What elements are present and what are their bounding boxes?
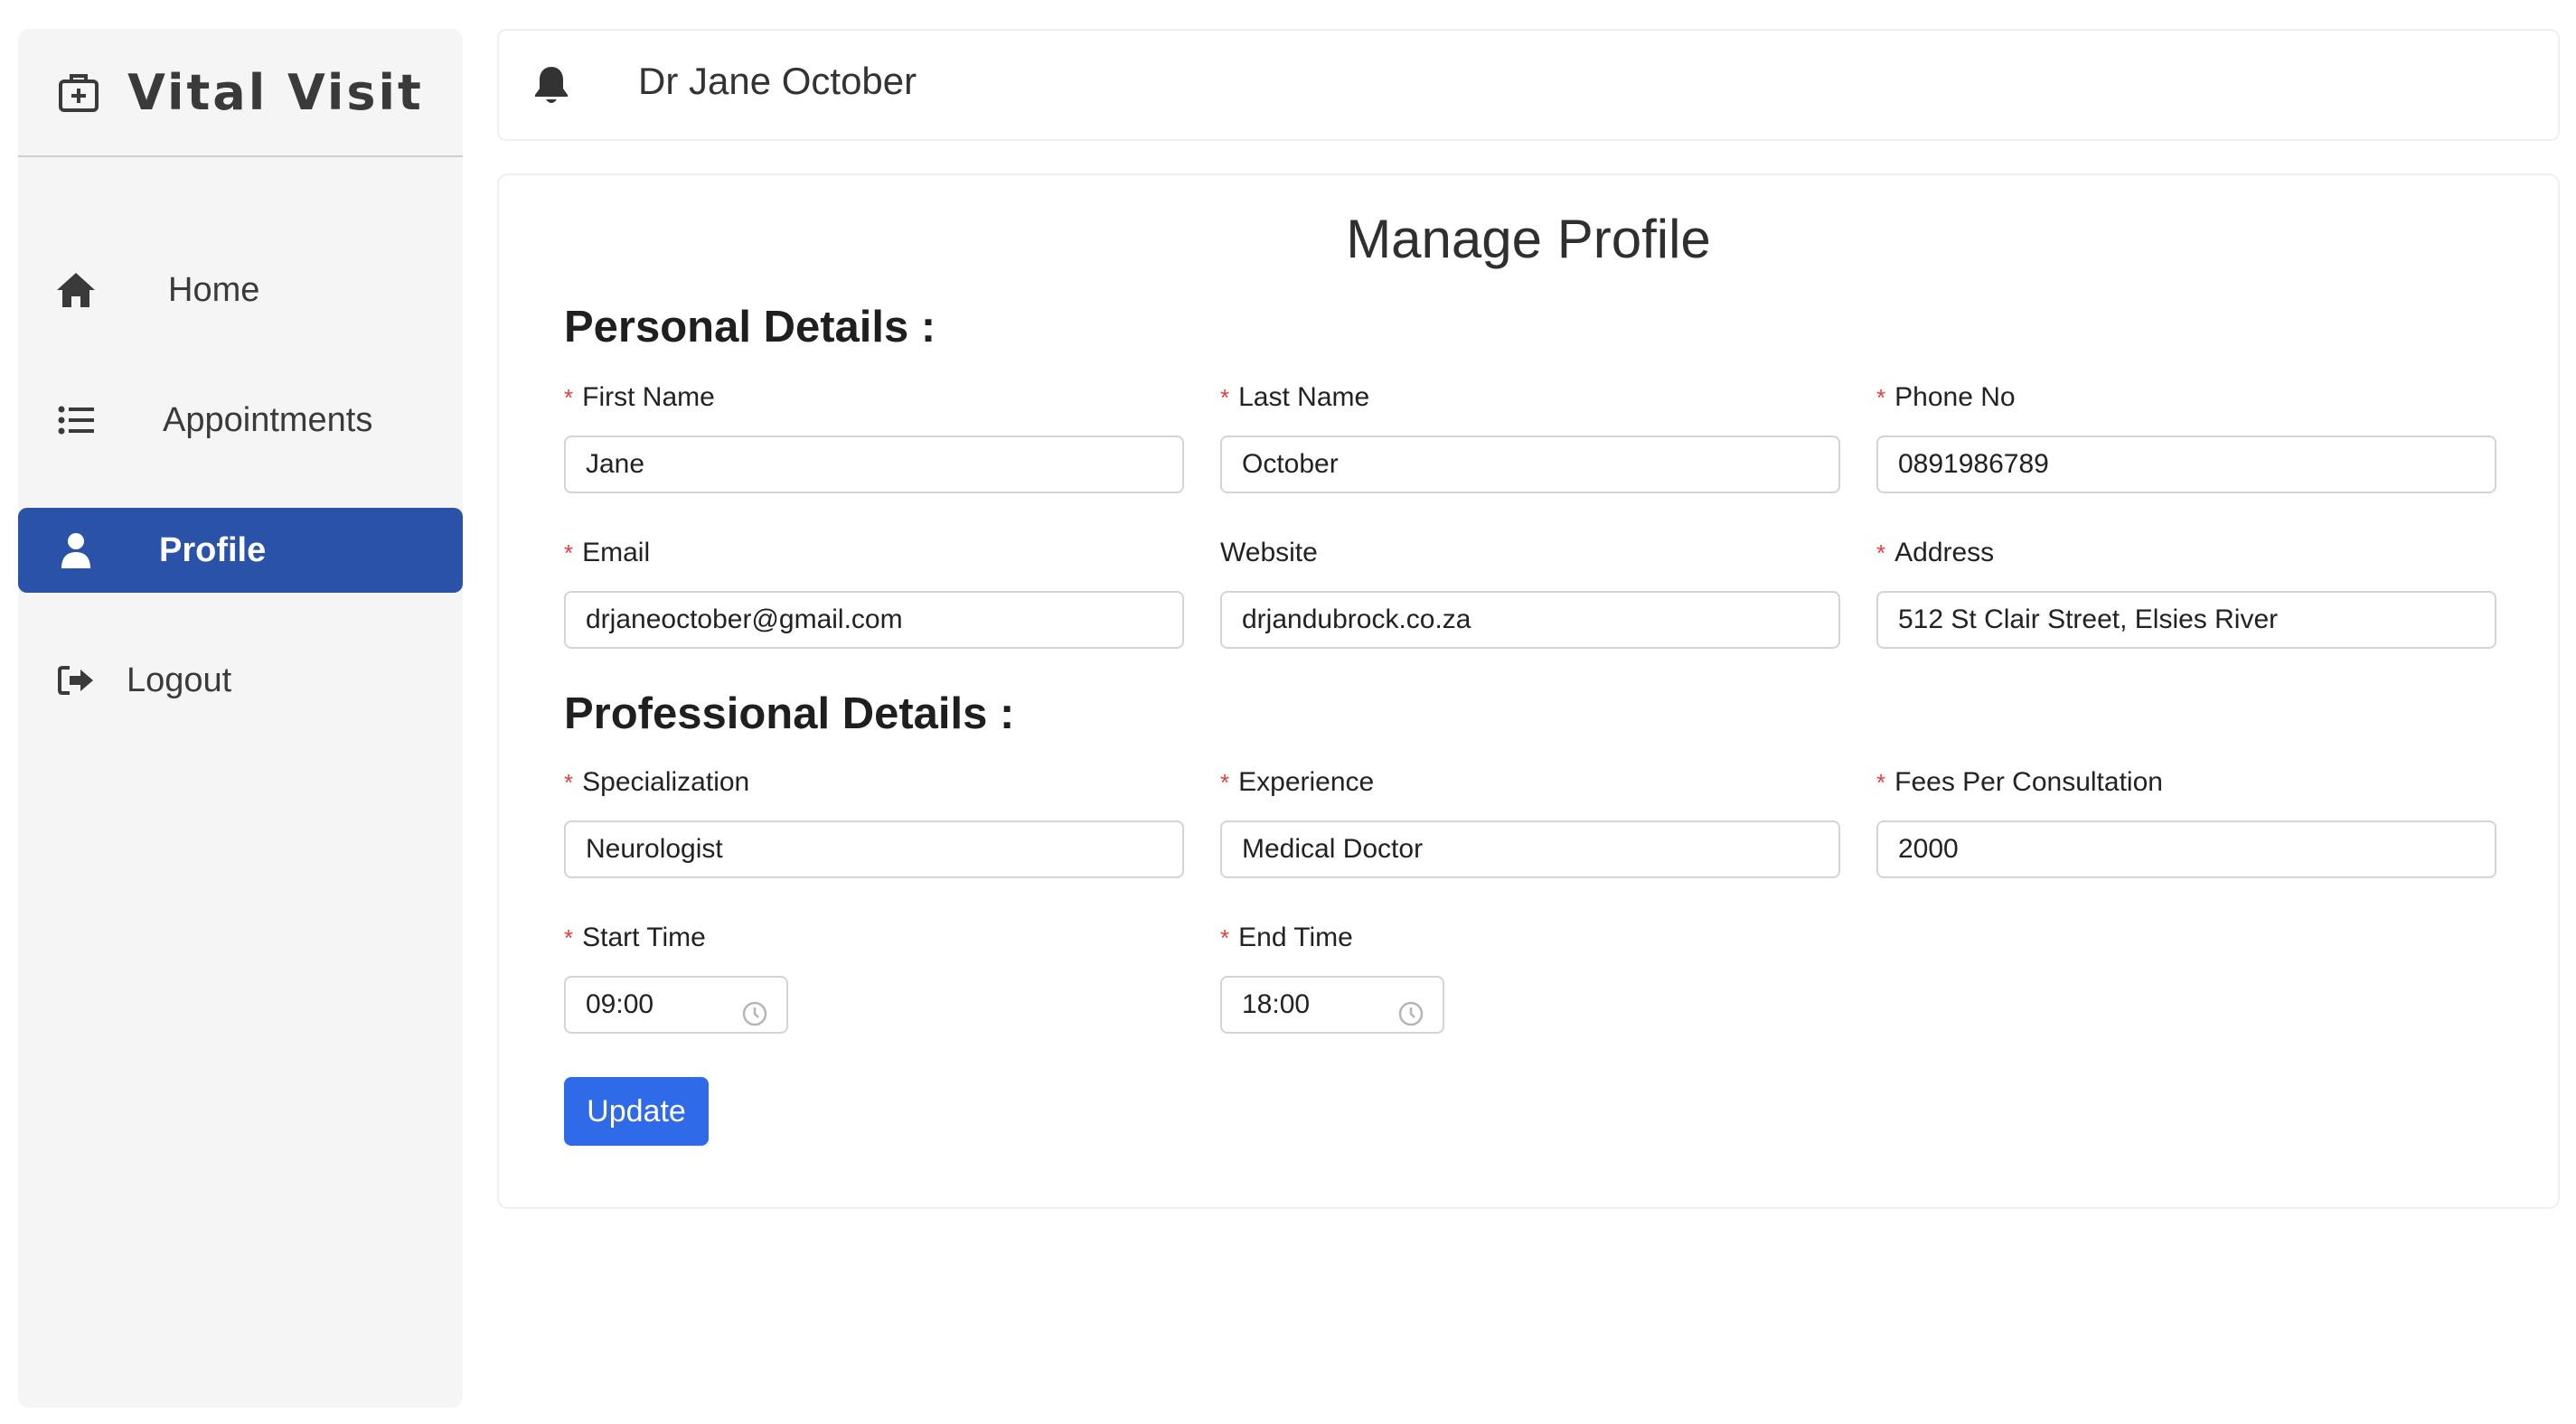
- specialization-label: Specialization: [582, 767, 750, 797]
- user-icon: [54, 529, 98, 572]
- sidebar-item-logout[interactable]: Logout: [18, 638, 463, 723]
- end-time-label: End Time: [1238, 923, 1353, 952]
- fees-label: Fees Per Consultation: [1894, 767, 2163, 797]
- sidebar-item-label: Logout: [127, 660, 232, 699]
- last-name-field: * Last Name October: [1220, 379, 1840, 493]
- sidebar-nav: Home Appointments Profile Logout: [18, 248, 463, 723]
- fees-field: * Fees Per Consultation 2000: [1876, 764, 2496, 878]
- start-time-label: Start Time: [582, 923, 706, 952]
- address-field: * Address 512 St Clair Street, Elsies Riv…: [1876, 535, 2496, 649]
- phone-label: Phone No: [1894, 382, 2016, 412]
- address-label: Address: [1894, 538, 1995, 567]
- sidebar-item-appointments[interactable]: Appointments: [18, 378, 463, 463]
- experience-input[interactable]: Medical Doctor: [1220, 820, 1840, 878]
- last-name-label: Last Name: [1238, 382, 1370, 412]
- medical-kit-icon: [57, 70, 100, 114]
- required-marker: *: [1876, 384, 1886, 411]
- website-input[interactable]: drjandubrock.co.za: [1220, 591, 1840, 649]
- sidebar-item-label: Appointments: [163, 400, 373, 439]
- address-input[interactable]: 512 St Clair Street, Elsies River: [1876, 591, 2496, 649]
- clock-icon[interactable]: [741, 992, 768, 1026]
- required-marker: *: [564, 539, 574, 567]
- required-marker: *: [564, 384, 574, 411]
- top-header: Dr Jane October: [497, 29, 2560, 141]
- sidebar-item-profile[interactable]: Profile: [18, 508, 463, 593]
- experience-label: Experience: [1238, 767, 1375, 797]
- last-name-input[interactable]: October: [1220, 436, 1840, 493]
- sidebar-item-label: Home: [168, 270, 260, 309]
- email-label: Email: [582, 538, 651, 567]
- required-marker: *: [1876, 769, 1886, 796]
- bell-icon[interactable]: [533, 65, 577, 108]
- clock-icon[interactable]: [1397, 992, 1424, 1026]
- update-button[interactable]: Update: [564, 1077, 709, 1146]
- sidebar: Vital Visit Home Appointments Profile Lo…: [18, 29, 463, 1408]
- manage-profile-card: Manage Profile Personal Details : * First…: [497, 173, 2560, 1209]
- required-marker: *: [1220, 769, 1230, 796]
- professional-details-heading: Professional Details :: [564, 689, 1015, 738]
- first-name-field: * First Name Jane: [564, 379, 1184, 493]
- website-label: Website: [1220, 538, 1318, 567]
- required-marker: *: [1876, 539, 1886, 567]
- list-icon: [54, 398, 98, 442]
- fees-input[interactable]: 2000: [1876, 820, 2496, 878]
- specialization-input[interactable]: Neurologist: [564, 820, 1184, 878]
- start-time-value: 09:00: [586, 989, 654, 1019]
- sidebar-item-home[interactable]: Home: [18, 248, 463, 333]
- personal-details-heading: Personal Details :: [564, 303, 936, 351]
- specialization-field: * Specialization Neurologist: [564, 764, 1184, 878]
- first-name-label: First Name: [582, 382, 715, 412]
- website-field: Website drjandubrock.co.za: [1220, 535, 1840, 649]
- required-marker: *: [564, 924, 574, 951]
- page-title: Manage Profile: [1346, 209, 1711, 269]
- end-time-input[interactable]: 18:00: [1220, 976, 1444, 1034]
- end-time-field: * End Time 18:00: [1220, 920, 1444, 1034]
- phone-field: * Phone No 0891986789: [1876, 379, 2496, 493]
- brand[interactable]: Vital Visit: [18, 29, 463, 157]
- brand-name: Vital Visit: [127, 63, 424, 121]
- start-time-input[interactable]: 09:00: [564, 976, 788, 1034]
- phone-input[interactable]: 0891986789: [1876, 436, 2496, 493]
- first-name-input[interactable]: Jane: [564, 436, 1184, 493]
- sidebar-item-label: Profile: [159, 530, 267, 569]
- required-marker: *: [564, 769, 574, 796]
- email-field: * Email drjaneoctober@gmail.com: [564, 535, 1184, 649]
- end-time-value: 18:00: [1242, 989, 1311, 1019]
- home-icon: [54, 268, 98, 312]
- experience-field: * Experience Medical Doctor: [1220, 764, 1840, 878]
- required-marker: *: [1220, 384, 1230, 411]
- logout-icon: [54, 659, 98, 702]
- email-input[interactable]: drjaneoctober@gmail.com: [564, 591, 1184, 649]
- doctor-name: Dr Jane October: [638, 60, 917, 102]
- required-marker: *: [1220, 924, 1230, 951]
- start-time-field: * Start Time 09:00: [564, 920, 788, 1034]
